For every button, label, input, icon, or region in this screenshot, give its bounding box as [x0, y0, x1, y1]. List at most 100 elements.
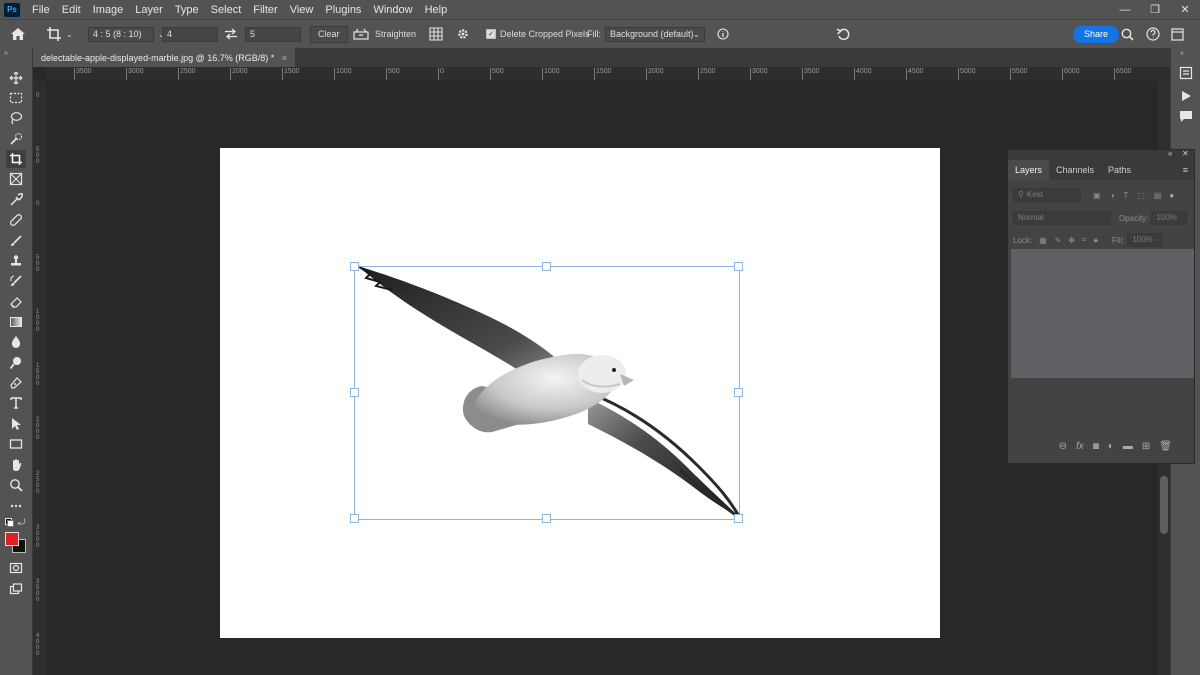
collapse-toolbar-icon[interactable]: »: [4, 50, 8, 57]
layers-list[interactable]: [1011, 249, 1194, 378]
ratio-dropdown[interactable]: 4 : 5 (8 : 10) ⌄: [88, 24, 165, 44]
straighten-button[interactable]: Straighten: [353, 24, 416, 44]
crop-handle-right[interactable]: [734, 388, 743, 397]
crop-settings-button[interactable]: [456, 24, 470, 44]
type-filter-icon[interactable]: T: [1123, 191, 1128, 200]
overlay-options-button[interactable]: [429, 24, 443, 44]
menu-edit[interactable]: Edit: [56, 4, 87, 16]
filter-kind-select[interactable]: ⚲ Kind: [1013, 188, 1081, 202]
minimize-button[interactable]: —: [1110, 0, 1140, 19]
document-tab[interactable]: delectable-apple-displayed-marble.jpg @ …: [33, 48, 295, 67]
actions-panel-button[interactable]: [1180, 89, 1192, 107]
crop-handle-top[interactable]: [542, 262, 551, 271]
lock-all-icon[interactable]: 🔒︎: [1094, 235, 1098, 245]
move-tool[interactable]: [6, 69, 26, 87]
dodge-tool[interactable]: [6, 354, 26, 372]
menu-layer[interactable]: Layer: [129, 4, 169, 16]
default-colors-icon[interactable]: [5, 518, 14, 527]
fill-select[interactable]: Background (default): [605, 26, 705, 42]
clear-button[interactable]: Clear: [310, 25, 348, 43]
lock-artboard-icon[interactable]: ⌗: [1082, 235, 1087, 245]
lock-transparent-icon[interactable]: ▦: [1039, 236, 1047, 245]
swap-dimensions-button[interactable]: [224, 24, 238, 44]
shape-filter-icon[interactable]: ⬚: [1137, 191, 1145, 200]
new-group-folder-icon[interactable]: ▬: [1123, 441, 1133, 452]
menu-filter[interactable]: Filter: [247, 4, 283, 16]
add-mask-icon[interactable]: ◙: [1093, 441, 1099, 452]
expand-panels-icon[interactable]: «: [1180, 50, 1184, 57]
crop-tool[interactable]: [6, 150, 26, 168]
crop-handle-bottom-left[interactable]: [350, 514, 359, 523]
panel-menu-icon[interactable]: ≡: [1183, 160, 1188, 180]
zoom-tool[interactable]: [6, 476, 26, 494]
new-layer-icon[interactable]: ⊞: [1142, 441, 1150, 452]
crop-width-input[interactable]: 4: [162, 26, 218, 42]
menu-file[interactable]: File: [26, 4, 56, 16]
opacity-input[interactable]: 100%: [1151, 211, 1188, 225]
lock-paint-icon[interactable]: ✎: [1055, 236, 1062, 245]
close-window-button[interactable]: ✕: [1170, 0, 1200, 19]
type-tool[interactable]: [6, 394, 26, 412]
scrollbar-thumb[interactable]: [1160, 476, 1168, 534]
adjustment-filter-icon[interactable]: ◑: [1110, 191, 1115, 200]
hand-tool[interactable]: [6, 456, 26, 474]
blend-mode-select[interactable]: Normal: [1013, 211, 1111, 225]
search-button[interactable]: [1121, 24, 1134, 44]
reset-crop-button[interactable]: [836, 24, 851, 44]
lock-position-icon[interactable]: ✥: [1068, 236, 1075, 245]
screen-mode-button[interactable]: [6, 580, 26, 598]
tab-layers[interactable]: Layers: [1008, 160, 1050, 180]
gradient-tool[interactable]: [6, 313, 26, 331]
marquee-tool[interactable]: [6, 89, 26, 107]
eyedropper-tool[interactable]: [6, 191, 26, 209]
menu-view[interactable]: View: [284, 4, 320, 16]
share-button[interactable]: Share: [1073, 25, 1120, 43]
crop-handle-bottom-right[interactable]: [734, 514, 743, 523]
eraser-tool[interactable]: [6, 293, 26, 311]
history-brush-tool[interactable]: [6, 272, 26, 290]
menu-image[interactable]: Image: [87, 4, 130, 16]
menu-window[interactable]: Window: [367, 4, 418, 16]
close-tab-icon[interactable]: ×: [282, 53, 287, 63]
crop-handle-left[interactable]: [350, 388, 359, 397]
crop-handle-bottom[interactable]: [542, 514, 551, 523]
swap-colors-icon[interactable]: ⤾: [18, 517, 26, 528]
frame-tool[interactable]: [6, 170, 26, 188]
blur-tool[interactable]: [6, 333, 26, 351]
properties-panel-button[interactable]: [1179, 66, 1193, 85]
crop-handle-top-right[interactable]: [734, 262, 743, 271]
layer-style-fx-icon[interactable]: fx: [1076, 441, 1084, 452]
fill-dropdown[interactable]: Background (default) ⌄: [605, 24, 705, 44]
crop-height-input[interactable]: 5: [245, 26, 301, 42]
info-button[interactable]: [717, 24, 729, 44]
menu-select[interactable]: Select: [205, 4, 248, 16]
quick-selection-tool[interactable]: [6, 130, 26, 148]
tab-paths[interactable]: Paths: [1101, 160, 1138, 180]
pen-tool[interactable]: [6, 374, 26, 392]
brush-tool[interactable]: [6, 232, 26, 250]
path-selection-tool[interactable]: [6, 415, 26, 433]
tab-channels[interactable]: Channels: [1049, 160, 1101, 180]
home-button[interactable]: [10, 24, 26, 44]
restore-button[interactable]: ❐: [1140, 0, 1170, 19]
foreground-color-swatch[interactable]: [5, 532, 19, 546]
ratio-select[interactable]: 4 : 5 (8 : 10): [88, 26, 154, 42]
edit-toolbar-button[interactable]: [6, 497, 26, 515]
delete-cropped-pixels-checkbox[interactable]: ✓ Delete Cropped Pixels: [486, 24, 590, 44]
collapse-panel-icon[interactable]: «: [1168, 149, 1172, 158]
workspace-button[interactable]: [1171, 24, 1184, 44]
delete-layer-trash-icon[interactable]: 🗑︎: [1159, 441, 1172, 452]
healing-brush-tool[interactable]: [6, 211, 26, 229]
help-button[interactable]: [1146, 24, 1160, 44]
rectangle-tool[interactable]: [6, 435, 26, 453]
crop-handle-top-left[interactable]: [350, 262, 359, 271]
crop-frame[interactable]: [354, 266, 740, 520]
menu-type[interactable]: Type: [169, 4, 205, 16]
crop-tool-preset-picker[interactable]: ⌄: [46, 24, 73, 44]
lasso-tool[interactable]: [6, 109, 26, 127]
adjustment-layer-icon[interactable]: ◐: [1108, 441, 1114, 452]
close-panel-icon[interactable]: ✕: [1182, 149, 1189, 158]
menu-help[interactable]: Help: [419, 4, 454, 16]
document-canvas[interactable]: [220, 148, 940, 638]
smart-object-filter-icon[interactable]: ▤: [1154, 191, 1162, 200]
